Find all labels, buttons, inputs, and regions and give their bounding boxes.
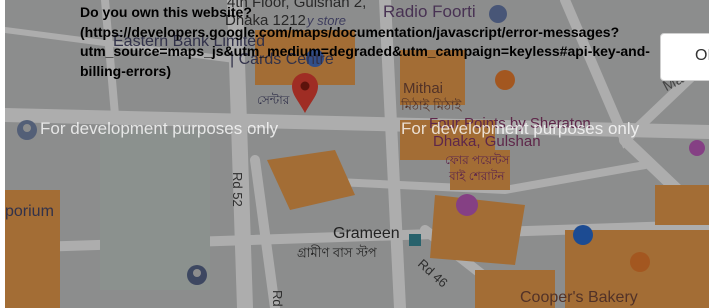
ok-button[interactable]: OK [660, 33, 709, 81]
map-label-four-points-bn2: বাই শেরাটন [449, 169, 505, 183]
map-label-emporium: porium [5, 203, 54, 220]
error-dialog-message: Do you own this website? (https://develo… [80, 4, 650, 79]
map-label-mithai: Mithai [403, 80, 444, 97]
map-label-grameen-bn: গ্রামীণ বাস স্টপ [297, 245, 377, 260]
map-label-coopers: Cooper's Bakery [520, 289, 638, 306]
map-label-rd52: Rd 52 [230, 172, 245, 207]
dev-watermark-left: For development purposes only [40, 119, 279, 138]
dev-watermark-right: For development purposes only [401, 119, 640, 138]
map-label-cards-bn: সেন্টার [257, 93, 290, 107]
map-label-rd-bottom: Rd [270, 290, 285, 307]
map-label-grameen: Grameen [333, 225, 400, 242]
